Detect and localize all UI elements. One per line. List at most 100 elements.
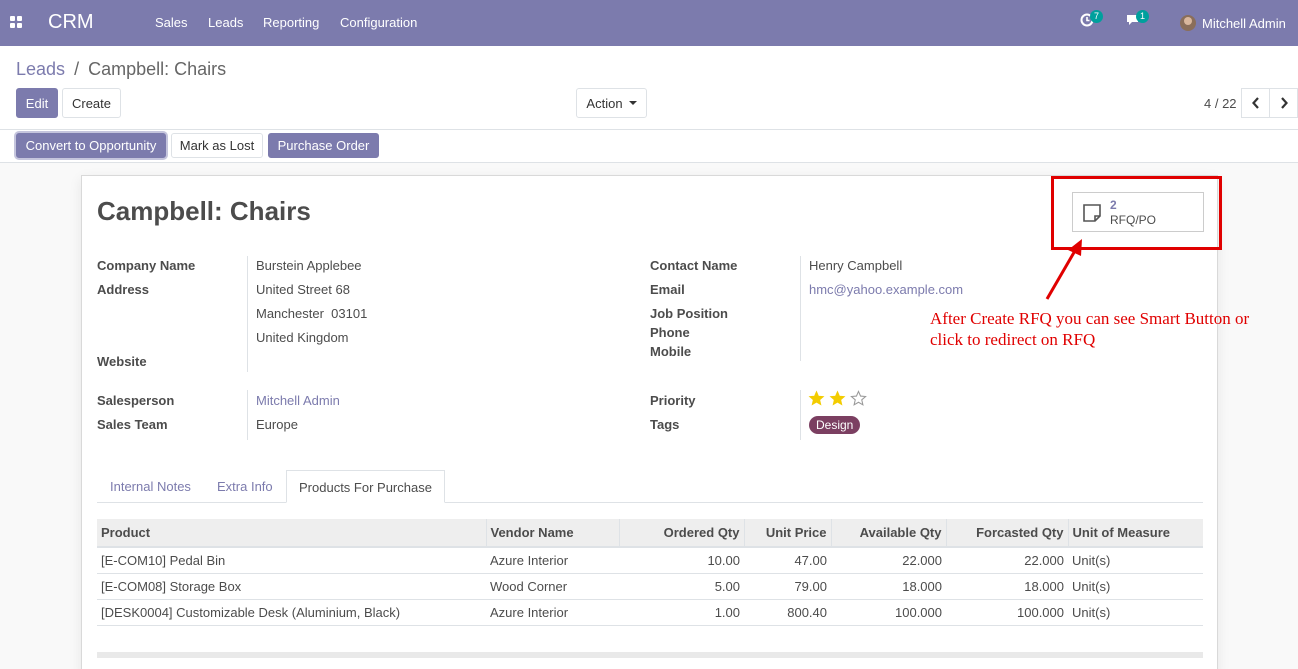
cell-vendor: Azure Interior (486, 599, 619, 626)
salesperson-value[interactable]: Mitchell Admin (256, 393, 340, 408)
cell-vendor: Azure Interior (486, 547, 619, 574)
cell-unit-price: 79.00 (744, 573, 831, 600)
action-dropdown[interactable]: Action (576, 88, 647, 118)
phone-label: Phone (650, 325, 690, 340)
pager-next-button[interactable] (1269, 88, 1298, 118)
purchase-order-button[interactable]: Purchase Order (268, 133, 379, 158)
tags-label: Tags (650, 417, 680, 432)
address-country[interactable]: United Kingdom (256, 330, 349, 345)
col-available-qty[interactable]: Available Qty (830, 519, 946, 548)
field-divider (247, 256, 248, 372)
create-button[interactable]: Create (62, 88, 121, 118)
field-divider (800, 256, 801, 361)
breadcrumb: Leads / Campbell: Chairs (16, 59, 226, 80)
convert-to-opportunity-button[interactable]: Convert to Opportunity (16, 133, 166, 158)
cell-vendor: Wood Corner (486, 573, 619, 600)
col-vendor-name[interactable]: Vendor Name (485, 519, 619, 548)
star-icon[interactable] (829, 390, 846, 407)
breadcrumb-separator: / (74, 59, 80, 79)
cell-forcasted-qty: 22.000 (946, 547, 1068, 574)
annotation-text: After Create RFQ you can see Smart Butto… (930, 308, 1290, 350)
cell-product: [E-COM08] Storage Box (97, 573, 486, 600)
action-label: Action (586, 95, 623, 111)
cell-forcasted-qty: 100.000 (946, 599, 1068, 626)
col-unit-price[interactable]: Unit Price (743, 519, 831, 548)
table-header-row: Product Vendor Name Ordered Qty Unit Pri… (97, 519, 1203, 548)
mark-as-lost-button[interactable]: Mark as Lost (171, 133, 263, 158)
activity-button[interactable]: 7 (1080, 10, 1104, 30)
annotation-line-2: click to redirect on RFQ (930, 330, 1096, 349)
field-divider (247, 390, 248, 440)
menu-leads[interactable]: Leads (208, 15, 243, 30)
table-footer (97, 652, 1203, 658)
caret-down-icon (628, 101, 637, 105)
breadcrumb-leads[interactable]: Leads (16, 59, 65, 79)
address-street[interactable]: United Street 68 (256, 282, 350, 297)
mobile-label: Mobile (650, 344, 692, 359)
cell-uom: Unit(s) (1068, 547, 1203, 574)
col-ordered-qty[interactable]: Ordered Qty (618, 519, 744, 548)
cell-product: [DESK0004] Customizable Desk (Aluminium,… (97, 599, 486, 626)
cell-ordered-qty: 10.00 (619, 547, 744, 574)
tab-extra-info[interactable]: Extra Info (205, 470, 285, 503)
chevron-right-icon (1280, 97, 1288, 109)
star-icon[interactable] (808, 390, 825, 407)
cell-uom: Unit(s) (1068, 599, 1203, 626)
table-row[interactable]: [DESK0004] Customizable Desk (Aluminium,… (97, 599, 1203, 626)
cell-available-qty: 100.000 (831, 599, 946, 626)
col-unit-of-measure[interactable]: Unit of Measure (1067, 519, 1203, 548)
contact-name-value[interactable]: Henry Campbell (809, 258, 902, 273)
field-divider (800, 390, 801, 440)
sales-team-value[interactable]: Europe (256, 417, 298, 432)
cell-unit-price: 47.00 (744, 547, 831, 574)
email-label: Email (650, 282, 685, 297)
table-row[interactable]: [E-COM10] Pedal Bin Azure Interior 10.00… (97, 547, 1203, 574)
col-forcasted-qty[interactable]: Forcasted Qty (945, 519, 1068, 548)
star-icon[interactable] (850, 390, 867, 407)
pager-value[interactable]: 4 / 22 (1204, 96, 1237, 111)
cell-uom: Unit(s) (1068, 573, 1203, 600)
company-name-label: Company Name (97, 258, 196, 273)
email-value[interactable]: hmc@yahoo.example.com (809, 282, 963, 297)
tag-badge[interactable]: Design (809, 416, 861, 434)
cell-ordered-qty: 1.00 (619, 599, 744, 626)
apps-grid-icon[interactable] (10, 16, 23, 29)
company-name-value[interactable]: Burstein Applebee (256, 258, 362, 273)
statusbar: Convert to Opportunity Mark as Lost Purc… (0, 130, 1298, 163)
pager-previous-button[interactable] (1241, 88, 1270, 118)
menu-sales[interactable]: Sales (155, 15, 188, 30)
avatar (1180, 15, 1196, 31)
address-city-zip[interactable]: Manchester 03101 (256, 306, 367, 321)
address-label: Address (97, 282, 150, 297)
col-product[interactable]: Product (97, 519, 486, 548)
sales-team-label: Sales Team (97, 417, 168, 432)
activity-count-badge: 7 (1090, 10, 1104, 23)
contact-name-label: Contact Name (650, 258, 738, 273)
tab-products-for-purchase[interactable]: Products For Purchase (286, 470, 445, 503)
chevron-left-icon (1251, 97, 1259, 109)
salesperson-label: Salesperson (97, 393, 175, 408)
user-menu[interactable]: Mitchell Admin (1180, 13, 1286, 33)
cell-ordered-qty: 5.00 (619, 573, 744, 600)
tab-internal-notes[interactable]: Internal Notes (98, 470, 203, 503)
cell-unit-price: 800.40 (744, 599, 831, 626)
priority-stars[interactable] (808, 390, 867, 407)
record-title: Campbell: Chairs (97, 196, 311, 226)
app-brand[interactable]: CRM (48, 11, 94, 34)
breadcrumb-current: Campbell: Chairs (88, 59, 227, 79)
annotation-line-1: After Create RFQ you can see Smart Butto… (930, 309, 1250, 328)
messaging-button[interactable]: 1 (1126, 10, 1150, 30)
table-row[interactable]: [E-COM08] Storage Box Wood Corner 5.00 7… (97, 573, 1203, 600)
top-navbar: CRM Sales Leads Reporting Configuration … (0, 0, 1298, 46)
control-panel: Leads / Campbell: Chairs Edit Create Act… (0, 46, 1298, 130)
cell-forcasted-qty: 18.000 (946, 573, 1068, 600)
website-label: Website (97, 354, 147, 369)
edit-button[interactable]: Edit (16, 88, 58, 118)
menu-configuration[interactable]: Configuration (340, 15, 417, 30)
message-count-badge: 1 (1136, 10, 1150, 23)
cell-available-qty: 18.000 (831, 573, 946, 600)
priority-label: Priority (650, 393, 696, 408)
products-table: Product Vendor Name Ordered Qty Unit Pri… (97, 519, 1203, 626)
menu-reporting[interactable]: Reporting (263, 15, 319, 30)
job-position-label: Job Position (650, 306, 728, 321)
